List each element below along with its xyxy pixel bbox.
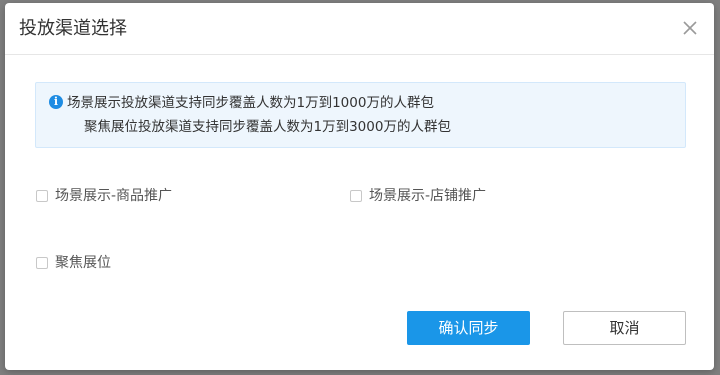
option-label: 聚焦展位 <box>55 255 111 271</box>
dialog-header: 投放渠道选择 <box>5 3 714 55</box>
info-notice: i 场景展示投放渠道支持同步覆盖人数为1万到1000万的人群包 聚焦展位投放渠道… <box>35 82 686 148</box>
option-label: 场景展示-店铺推广 <box>369 188 487 204</box>
info-icon: i <box>49 95 63 109</box>
option-scene-product[interactable]: 场景展示-商品推广 <box>36 186 172 206</box>
checkbox[interactable] <box>36 257 48 269</box>
notice-line-2: 聚焦展位投放渠道支持同步覆盖人数为1万到3000万的人群包 <box>84 119 451 135</box>
confirm-sync-button[interactable]: 确认同步 <box>407 311 530 345</box>
option-label: 场景展示-商品推广 <box>55 188 173 204</box>
checkbox[interactable] <box>350 190 362 202</box>
notice-line-1: 场景展示投放渠道支持同步覆盖人数为1万到1000万的人群包 <box>67 95 434 111</box>
cancel-button[interactable]: 取消 <box>563 311 686 345</box>
close-icon[interactable] <box>680 18 700 38</box>
channel-select-dialog: 投放渠道选择 i 场景展示投放渠道支持同步覆盖人数为1万到1000万的人群包 聚… <box>5 3 714 370</box>
option-scene-store[interactable]: 场景展示-店铺推广 <box>350 186 486 206</box>
dialog-title: 投放渠道选择 <box>19 18 127 39</box>
checkbox[interactable] <box>36 190 48 202</box>
option-focus-booth[interactable]: 聚焦展位 <box>36 253 111 273</box>
